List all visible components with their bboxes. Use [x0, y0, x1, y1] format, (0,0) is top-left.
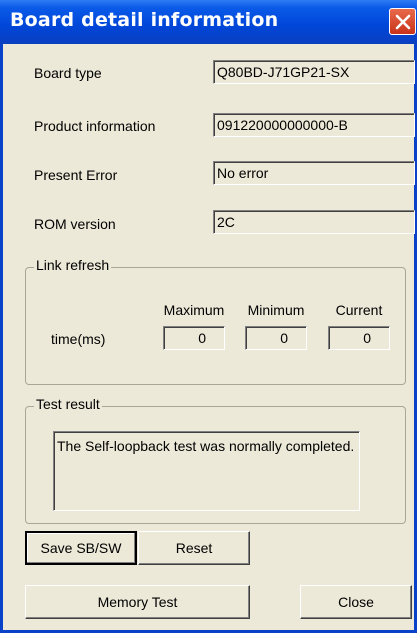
current-value: 0 — [328, 326, 390, 350]
test-result-text: The Self-loopback test was normally comp… — [53, 431, 360, 511]
close-icon — [395, 14, 411, 30]
minimum-value: 0 — [245, 326, 307, 350]
title-bar[interactable]: Board detail information — [0, 0, 417, 44]
rom-version-label: ROM version — [34, 216, 116, 232]
memory-test-button[interactable]: Memory Test — [25, 585, 250, 619]
board-type-label: Board type — [34, 65, 102, 81]
minimum-header: Minimum — [247, 302, 305, 318]
product-info-field: 091220000000000-B — [213, 113, 415, 137]
board-detail-dialog: Board detail information Board type Q80B… — [0, 0, 417, 633]
reset-button[interactable]: Reset — [138, 531, 250, 565]
close-button[interactable]: Close — [300, 585, 412, 619]
test-result-legend: Test result — [34, 396, 102, 412]
time-ms-label: time(ms) — [51, 331, 106, 347]
window-title: Board detail information — [10, 9, 279, 31]
rom-version-field: 2C — [213, 210, 415, 234]
current-header: Current — [335, 302, 383, 318]
product-info-label: Product information — [34, 118, 156, 134]
present-error-label: Present Error — [34, 167, 118, 183]
maximum-header: Maximum — [163, 302, 225, 318]
board-type-field: Q80BD-J71GP21-SX — [213, 60, 415, 84]
maximum-value: 0 — [163, 326, 225, 350]
window-close-button[interactable] — [389, 8, 416, 35]
present-error-field: No error — [213, 161, 415, 185]
save-sb-sw-button[interactable]: Save SB/SW — [25, 531, 137, 565]
link-refresh-legend: Link refresh — [34, 257, 112, 273]
